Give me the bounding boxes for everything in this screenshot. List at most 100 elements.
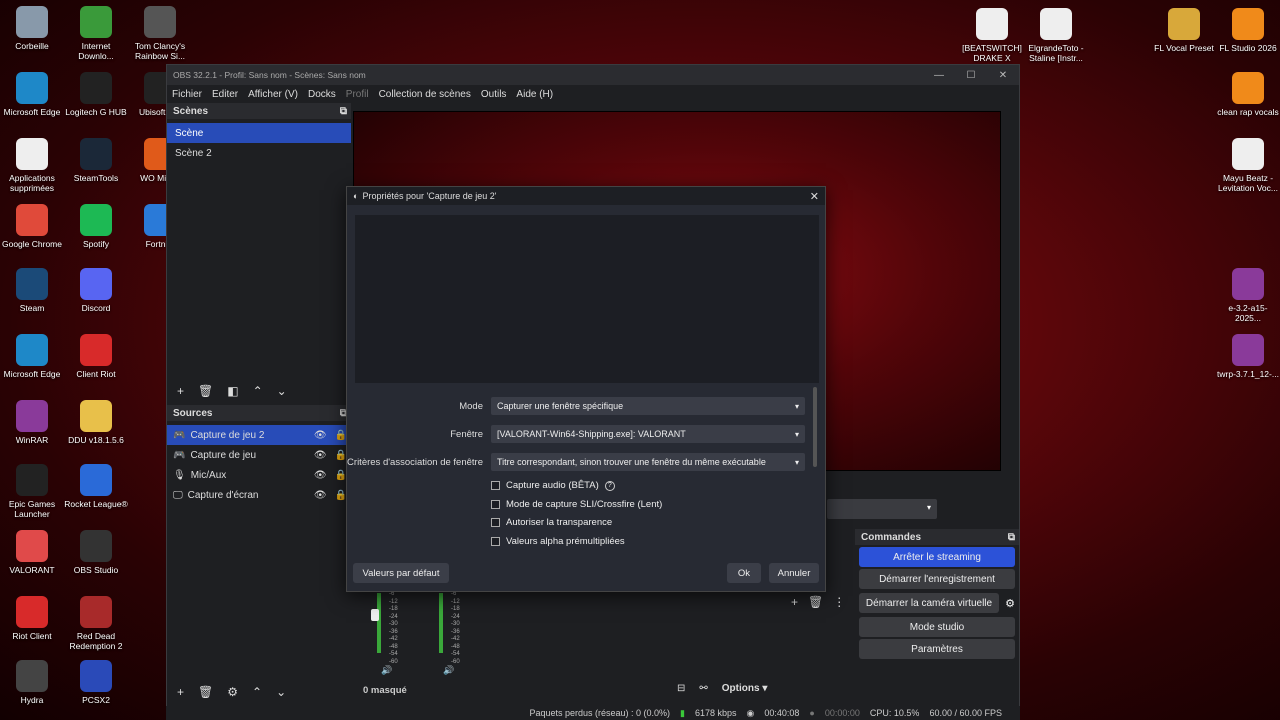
desktop-shortcut[interactable]: Epic Games Launcher bbox=[0, 464, 64, 519]
desktop-shortcut[interactable]: Mayu Beatz - Levitation Voc... bbox=[1216, 138, 1280, 193]
dock-icon[interactable]: ⧉ bbox=[1008, 532, 1015, 543]
desktop-shortcut[interactable]: Corbeille bbox=[0, 6, 64, 51]
checkbox-box[interactable] bbox=[491, 537, 500, 546]
scrollbar[interactable] bbox=[813, 387, 817, 467]
menu-collection[interactable]: Collection de scènes bbox=[374, 89, 476, 100]
window-label: Fenêtre bbox=[450, 428, 483, 440]
menu-afficher[interactable]: Afficher (V) bbox=[243, 89, 303, 100]
desktop-shortcut[interactable]: VALORANT bbox=[0, 530, 64, 575]
stop-streaming-button[interactable]: Arrêter le streaming bbox=[859, 547, 1015, 567]
maximize-icon[interactable]: ☐ bbox=[955, 70, 987, 81]
desktop-shortcut[interactable]: Riot Client bbox=[0, 596, 64, 641]
volume-slider[interactable] bbox=[371, 609, 379, 621]
layout-icon[interactable]: ⊟ bbox=[677, 683, 685, 694]
scene-item[interactable]: Scène 2 bbox=[167, 143, 351, 163]
move-up-icon[interactable]: ⌃ bbox=[253, 384, 263, 398]
media-file-icon bbox=[1040, 8, 1072, 40]
desktop-shortcut[interactable]: Rocket League® bbox=[64, 464, 128, 509]
dock-icon[interactable]: ⧉ bbox=[340, 106, 347, 117]
checkbox-box[interactable] bbox=[491, 518, 500, 527]
defaults-button[interactable]: Valeurs par défaut bbox=[353, 563, 449, 583]
move-down-icon[interactable]: ⌄ bbox=[276, 685, 286, 699]
menu-profil[interactable]: Profil bbox=[341, 89, 374, 100]
desktop-shortcut[interactable]: DDU v18.1.5.6 bbox=[64, 400, 128, 445]
ok-button[interactable]: Ok bbox=[727, 563, 761, 583]
close-icon[interactable]: ✕ bbox=[810, 190, 819, 203]
gear-icon[interactable]: ⚙ bbox=[227, 685, 238, 699]
eye-icon[interactable]: 👁 bbox=[314, 490, 327, 501]
volume-meter bbox=[439, 593, 443, 653]
desktop-shortcut[interactable]: Red Dead Redemption 2 bbox=[64, 596, 128, 651]
desktop-shortcut[interactable]: Microsoft Edge bbox=[0, 72, 64, 117]
desktop-shortcut[interactable]: Spotify bbox=[64, 204, 128, 249]
source-item[interactable]: 🎮 Capture de jeu 👁 🔒 bbox=[167, 445, 351, 465]
eye-icon[interactable]: 👁 bbox=[314, 430, 327, 441]
add-icon[interactable]: + bbox=[177, 384, 184, 398]
checkbox-box[interactable] bbox=[491, 500, 500, 509]
source-item[interactable]: 🖵 Capture d'écran 👁 🔒 bbox=[167, 485, 351, 505]
desktop-shortcut[interactable]: Discord bbox=[64, 268, 128, 313]
help-icon[interactable]: ? bbox=[604, 480, 615, 491]
studio-mode-button[interactable]: Mode studio bbox=[859, 617, 1015, 637]
window-select[interactable]: [VALORANT-Win64-Shipping.exe]: VALORANT ▾ bbox=[491, 425, 805, 443]
trash-icon[interactable]: 🗑 bbox=[198, 384, 213, 398]
desktop-shortcut[interactable]: OBS Studio bbox=[64, 530, 128, 575]
desktop-shortcut[interactable]: Hydra bbox=[0, 660, 64, 705]
premultiplied-alpha-checkbox[interactable]: Valeurs alpha prémultipliées bbox=[491, 536, 625, 547]
close-icon[interactable]: ✕ bbox=[987, 70, 1019, 81]
filter-icon[interactable]: ◧ bbox=[227, 384, 238, 398]
menu-outils[interactable]: Outils bbox=[476, 89, 512, 100]
trash-icon[interactable]: 🗑 bbox=[198, 685, 213, 699]
start-virtual-camera-button[interactable]: Démarrer la caméra virtuelle bbox=[859, 593, 999, 613]
move-up-icon[interactable]: ⌃ bbox=[252, 685, 262, 699]
options-button[interactable]: Options ▾ bbox=[722, 683, 768, 694]
sli-capture-checkbox[interactable]: Mode de capture SLI/Crossfire (Lent) bbox=[491, 499, 662, 510]
desktop-shortcut[interactable]: PCSX2 bbox=[64, 660, 128, 705]
desktop-icon-label: PCSX2 bbox=[82, 695, 110, 705]
menu-aide[interactable]: Aide (H) bbox=[511, 89, 558, 100]
desktop-shortcut[interactable]: Google Chrome bbox=[0, 204, 64, 249]
add-icon[interactable]: + bbox=[177, 685, 184, 699]
gear-icon[interactable]: ⚙ bbox=[1001, 597, 1019, 610]
move-down-icon[interactable]: ⌄ bbox=[277, 384, 287, 398]
link-icon[interactable]: ⚯ bbox=[699, 683, 707, 694]
cancel-button[interactable]: Annuler bbox=[769, 563, 819, 583]
desktop-shortcut[interactable]: Microsoft Edge bbox=[0, 334, 64, 379]
transparency-checkbox[interactable]: Autoriser la transparence bbox=[491, 517, 612, 528]
match-select[interactable]: Titre correspondant, sinon trouver une f… bbox=[491, 453, 805, 471]
settings-button[interactable]: Paramètres bbox=[859, 639, 1015, 659]
start-recording-button[interactable]: Démarrer l'enregistrement bbox=[859, 569, 1015, 589]
desktop-shortcut[interactable]: Steam bbox=[0, 268, 64, 313]
more-icon[interactable]: ⋮ bbox=[833, 595, 845, 609]
speaker-icon[interactable]: 🔊 bbox=[443, 665, 454, 676]
desktop-shortcut[interactable]: ElgrandeToto - Staline [Instr... bbox=[1024, 8, 1088, 63]
scene-item[interactable]: Scène bbox=[167, 123, 351, 143]
desktop-shortcut[interactable]: e-3.2-a15-2025... bbox=[1216, 268, 1280, 323]
desktop-shortcut[interactable]: FL Vocal Preset bbox=[1152, 8, 1216, 53]
mode-select[interactable]: Capturer une fenêtre spécifique ▾ bbox=[491, 397, 805, 415]
minimize-icon[interactable]: — bbox=[923, 70, 955, 81]
add-icon[interactable]: + bbox=[791, 595, 798, 609]
desktop-shortcut[interactable]: Tom Clancy's Rainbow Si... bbox=[128, 6, 192, 61]
menu-editer[interactable]: Editer bbox=[207, 89, 243, 100]
menu-fichier[interactable]: Fichier bbox=[167, 89, 207, 100]
desktop-shortcut[interactable]: FL Studio 2026 bbox=[1216, 8, 1280, 53]
trash-icon[interactable]: 🗑 bbox=[808, 595, 823, 609]
checkbox-box[interactable] bbox=[491, 481, 500, 490]
desktop-shortcut[interactable]: clean rap vocals bbox=[1216, 72, 1280, 117]
transition-select[interactable]: ▾ bbox=[827, 499, 937, 519]
eye-icon[interactable]: 👁 bbox=[314, 470, 327, 481]
menu-docks[interactable]: Docks bbox=[303, 89, 341, 100]
desktop-shortcut[interactable]: Internet Downlo... bbox=[64, 6, 128, 61]
desktop-shortcut[interactable]: WinRAR bbox=[0, 400, 64, 445]
desktop-shortcut[interactable]: SteamTools bbox=[64, 138, 128, 183]
desktop-shortcut[interactable]: Applications supprimées bbox=[0, 138, 64, 193]
desktop-shortcut[interactable]: Logitech G HUB bbox=[64, 72, 128, 117]
speaker-icon[interactable]: 🔊 bbox=[381, 665, 392, 676]
desktop-shortcut[interactable]: twrp-3.7.1_12-... bbox=[1216, 334, 1280, 379]
desktop-shortcut[interactable]: Client Riot bbox=[64, 334, 128, 379]
eye-icon[interactable]: 👁 bbox=[314, 450, 327, 461]
source-item[interactable]: 🎙 Mic/Aux 👁 🔒 bbox=[167, 465, 351, 485]
source-item[interactable]: 🎮 Capture de jeu 2 👁 🔒 bbox=[167, 425, 351, 445]
audio-capture-checkbox[interactable]: Capture audio (BÊTA)? bbox=[491, 480, 615, 491]
